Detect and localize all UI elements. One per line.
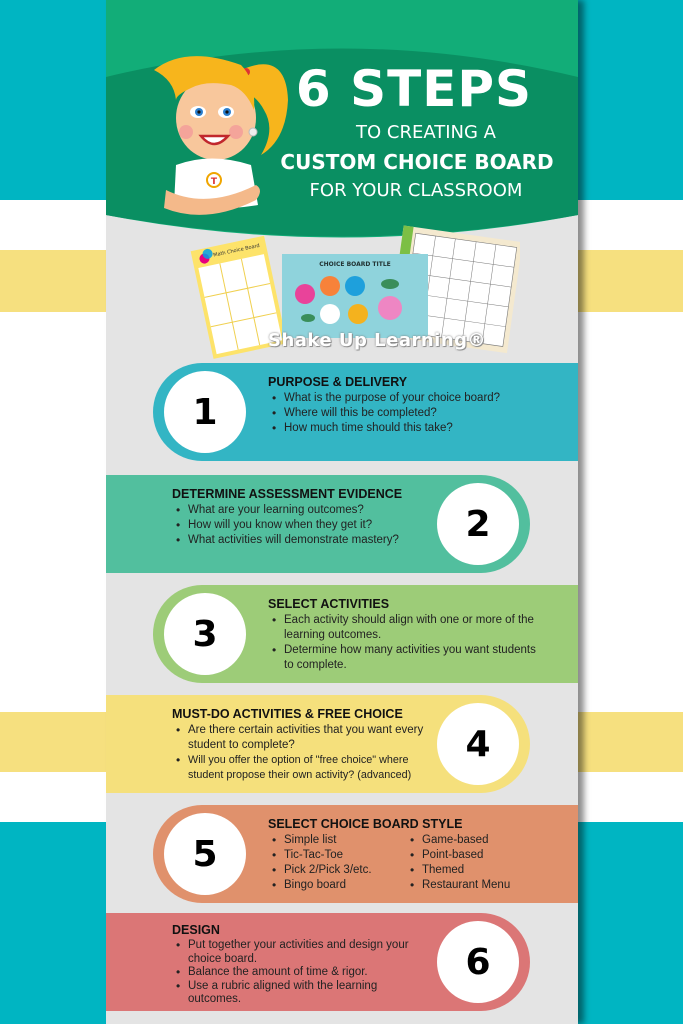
step-3-bullet: Each activity should align with one or m… [268,613,538,643]
step-5-list-column-2: Game-based Point-based Themed Restaurant… [406,833,510,893]
step-3-number-badge: 3 [164,593,246,675]
step-3-title: SELECT ACTIVITIES [268,597,390,611]
subtitle-line-2: CUSTOM CHOICE BOARD [280,150,554,174]
step-5-bullet: Bingo board [268,878,376,893]
center-board-title: CHOICE BOARD TITLE [319,261,391,268]
step-2-bullet: How will you know when they get it? [172,518,402,533]
step-4-title: MUST-DO ACTIVITIES & FREE CHOICE [172,707,403,721]
step-5-bullet: Restaurant Menu [406,878,510,893]
step-5-number-badge: 5 [164,813,246,895]
subtitle-line-1: TO CREATING A [355,122,496,143]
svg-text:T: T [211,177,218,187]
subtitle-line-3: FOR YOUR CLASSROOM [309,180,523,201]
step-2-number-badge: 2 [437,483,519,565]
step-2: DETERMINE ASSESSMENT EVIDENCE What are y… [106,475,530,573]
step-1-bullet: How much time should this take? [268,421,500,436]
step-2-title: DETERMINE ASSESSMENT EVIDENCE [172,487,403,501]
step-6-bullet: Use a rubric aligned with the learning o… [172,980,422,1007]
teacher-character-illustration: T [154,56,288,215]
step-6-title: DESIGN [172,923,220,937]
infographic-panel: T 6 STEPS TO CREATING A CUSTOM CHOICE BO… [106,0,578,1024]
step-5-bullet: Point-based [406,848,510,863]
step-2-bullet: What are your learning outcomes? [172,503,402,518]
step-4: MUST-DO ACTIVITIES & FREE CHOICE Are the… [106,695,530,793]
step-4-content: MUST-DO ACTIVITIES & FREE CHOICE Are the… [172,707,432,783]
step-3: 3 SELECT ACTIVITIES Each activity should… [153,585,578,683]
step-5-title: SELECT CHOICE BOARD STYLE [268,817,463,831]
step-6-bullet: Balance the amount of time & rigor. [172,966,422,980]
step-1-content: PURPOSE & DELIVERY What is the purpose o… [268,375,500,436]
step-6-content: DESIGN Put together your activities and … [172,923,422,1007]
step-3-content: SELECT ACTIVITIES Each activity should a… [268,597,538,673]
step-5-bullet: Game-based [406,833,510,848]
step-5-bullet: Tic-Tac-Toe [268,848,376,863]
step-1-title: PURPOSE & DELIVERY [268,375,408,389]
step-1-bullet: Where will this be completed? [268,406,500,421]
step-5-bullet: Simple list [268,833,376,848]
step-2-bullet: What activities will demonstrate mastery… [172,533,402,548]
step-4-number-badge: 4 [437,703,519,785]
step-4-bullet: Will you offer the option of "free choic… [172,753,432,783]
step-6-bullet: Put together your activities and design … [172,939,422,966]
shake-up-learning-watermark: Shake Up Learning® [268,330,487,351]
step-1: 1 PURPOSE & DELIVERY What is the purpose… [153,363,578,461]
step-4-bullet: Are there certain activities that you wa… [172,723,432,753]
title-six-steps: 6 STEPS [295,60,533,118]
step-5: 5 SELECT CHOICE BOARD STYLE Simple list … [153,805,578,903]
step-3-bullet: Determine how many activities you want s… [268,643,538,673]
step-1-bullet: What is the purpose of your choice board… [268,391,500,406]
step-6-number-badge: 6 [437,921,519,1003]
step-2-content: DETERMINE ASSESSMENT EVIDENCE What are y… [172,487,402,548]
step-5-list-column-1: Simple list Tic-Tac-Toe Pick 2/Pick 3/et… [268,833,376,893]
step-5-bullet: Pick 2/Pick 3/etc. [268,863,376,878]
choice-board-title-thumbnail: CHOICE BOARD TITLE [282,254,428,338]
step-6: DESIGN Put together your activities and … [106,913,530,1011]
step-5-bullet: Themed [406,863,510,878]
step-5-content: SELECT CHOICE BOARD STYLE Simple list Ti… [268,817,510,893]
step-1-number-badge: 1 [164,371,246,453]
